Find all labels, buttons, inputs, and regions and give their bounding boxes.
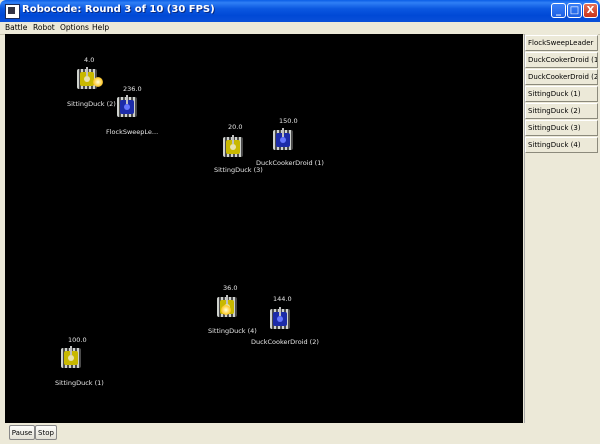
robot-name-label: DuckCookerDroid (2) xyxy=(251,338,319,346)
control-bar: Pause Stop xyxy=(0,423,600,444)
robot-name-label: SittingDuck (3) xyxy=(214,166,263,174)
robot-tank[interactable] xyxy=(223,135,243,157)
gun-flash-icon xyxy=(93,77,103,87)
gun-flash-icon xyxy=(221,305,231,315)
menu-battle[interactable]: Battle xyxy=(5,22,27,34)
maximize-button[interactable]: □ xyxy=(567,3,582,18)
robocode-app-icon[interactable] xyxy=(5,4,20,19)
robot-name-label: SittingDuck (2) xyxy=(67,100,116,108)
robot-energy: 236.0 xyxy=(123,85,142,93)
robot-energy: 20.0 xyxy=(228,123,243,131)
robot-energy: 150.0 xyxy=(279,117,298,125)
robot-name-label: FlockSweepLe... xyxy=(106,128,159,136)
robot-list-button-duckcookerdroid-1[interactable]: DuckCookerDroid (1) xyxy=(525,52,598,68)
robot-energy: 4.0 xyxy=(84,56,95,64)
title-bar: Robocode: Round 3 of 10 (30 FPS) _ □ X xyxy=(0,0,600,22)
robot-energy: 36.0 xyxy=(223,284,238,292)
minimize-button[interactable]: _ xyxy=(551,3,566,18)
robot-name-label: SittingDuck (1) xyxy=(55,379,104,387)
battle-arena[interactable]: 4.0 SittingDuck (2) 236.0 FlockSweepLe..… xyxy=(5,34,523,423)
robot-name-label: SittingDuck (4) xyxy=(208,327,257,335)
robot-energy: 144.0 xyxy=(273,295,292,303)
robot-tank[interactable] xyxy=(117,95,137,117)
menu-options[interactable]: Options xyxy=(60,22,89,34)
robot-energy: 100.0 xyxy=(68,336,87,344)
menu-robot[interactable]: Robot xyxy=(33,22,55,34)
robot-list-button-sittingduck-1[interactable]: SittingDuck (1) xyxy=(525,86,598,102)
robot-list-button-sittingduck-3[interactable]: SittingDuck (3) xyxy=(525,120,598,136)
robot-list-button-sittingduck-2[interactable]: SittingDuck (2) xyxy=(525,103,598,119)
robot-name-label: DuckCookerDroid (1) xyxy=(256,159,324,167)
robot-tank[interactable] xyxy=(61,346,81,368)
stop-button[interactable]: Stop xyxy=(35,425,57,440)
robot-list-button-sittingduck-4[interactable]: SittingDuck (4) xyxy=(525,137,598,153)
robot-list-button-flocksweepleader[interactable]: FlockSweepLeader xyxy=(525,35,598,51)
pause-button[interactable]: Pause xyxy=(9,425,35,440)
robot-list-panel: FlockSweepLeader DuckCookerDroid (1) Duc… xyxy=(524,34,598,423)
robot-list-button-duckcookerdroid-2[interactable]: DuckCookerDroid (2) xyxy=(525,69,598,85)
menu-help[interactable]: Help xyxy=(92,22,109,34)
robot-tank[interactable] xyxy=(273,128,293,150)
robot-tank[interactable] xyxy=(270,307,290,329)
window-title: Robocode: Round 3 of 10 (30 FPS) xyxy=(22,4,215,15)
close-button[interactable]: X xyxy=(583,3,598,18)
